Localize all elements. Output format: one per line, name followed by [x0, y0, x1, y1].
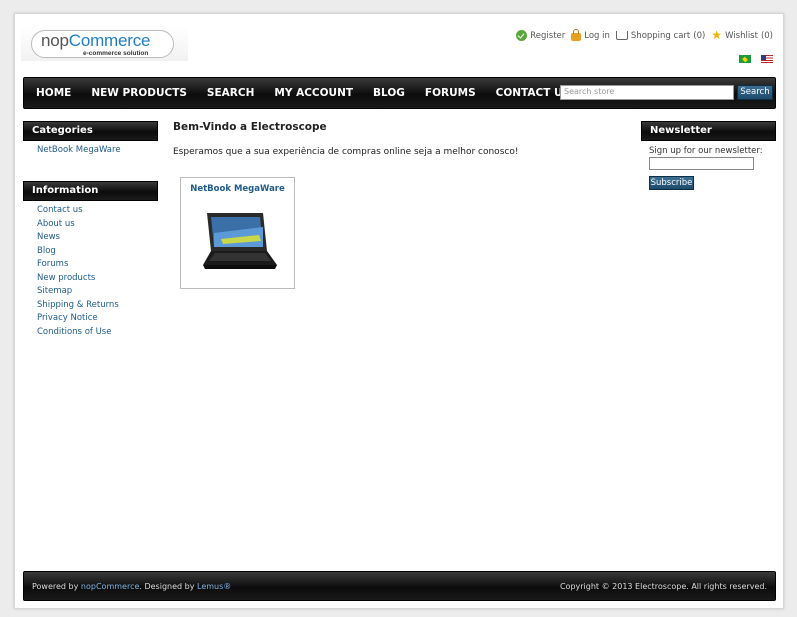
logo-tagline: e-commerce solution	[83, 50, 149, 57]
info-shipping-returns[interactable]: Shipping & Returns	[37, 299, 119, 313]
language-selector	[739, 55, 773, 63]
register-label: Register	[530, 30, 566, 41]
cart-label: Shopping cart	[630, 30, 691, 41]
welcome-text: Esperamos que a sua experiência de compr…	[173, 147, 519, 157]
main-nav: HOME NEW PRODUCTS SEARCH MY ACCOUNT BLOG…	[23, 77, 776, 109]
footer-credits: Powered by nopCommerce. Designed by Lemu…	[32, 582, 231, 591]
login-link[interactable]: Log in	[571, 29, 610, 41]
search-input[interactable]: Search store	[560, 85, 734, 100]
nav-my-account[interactable]: MY ACCOUNT	[266, 87, 361, 99]
information-list: Contact us About us News Blog Forums New…	[37, 204, 119, 339]
wishlist-label: Wishlist	[725, 30, 758, 41]
powered-by-text: Powered by	[32, 582, 81, 591]
star-icon: ★	[711, 28, 723, 42]
logo-text: nopCommerce	[41, 31, 150, 51]
footer: Powered by nopCommerce. Designed by Lemu…	[23, 571, 776, 601]
page-container: nopCommerce e-commerce solution Register…	[14, 13, 784, 609]
wishlist-link[interactable]: ★ Wishlist (0)	[711, 28, 773, 42]
info-new-products[interactable]: New products	[37, 272, 119, 286]
register-link[interactable]: Register	[516, 30, 565, 41]
information-title: Information	[23, 181, 158, 201]
info-contact-us[interactable]: Contact us	[37, 204, 119, 218]
info-conditions-of-use[interactable]: Conditions of Use	[37, 326, 119, 340]
categories-title: Categories	[23, 121, 158, 141]
logo-prefix: nop	[41, 31, 69, 50]
info-news[interactable]: News	[37, 231, 119, 245]
subscribe-button[interactable]: Subscribe	[649, 176, 694, 190]
login-label: Log in	[584, 30, 610, 41]
newsletter-email-input[interactable]	[649, 157, 754, 170]
lemus-link[interactable]: Lemus®	[197, 582, 231, 591]
category-netbook-megaware[interactable]: NetBook MegaWare	[37, 144, 121, 158]
store-logo[interactable]: nopCommerce e-commerce solution	[21, 25, 188, 61]
product-name[interactable]: NetBook MegaWare	[181, 184, 294, 194]
brazil-flag-icon[interactable]	[739, 55, 751, 63]
cart-icon	[615, 31, 628, 40]
copyright-text: Copyright © 2013 Electroscope. All right…	[559, 582, 767, 591]
newsletter-label: Sign up for our newsletter:	[649, 146, 763, 156]
nav-menu: HOME NEW PRODUCTS SEARCH MY ACCOUNT BLOG…	[28, 78, 582, 108]
info-about-us[interactable]: About us	[37, 218, 119, 232]
designed-by-text: . Designed by	[139, 582, 197, 591]
product-image[interactable]	[201, 211, 277, 275]
search-button[interactable]: Search	[737, 85, 773, 100]
info-forums[interactable]: Forums	[37, 258, 119, 272]
info-blog[interactable]: Blog	[37, 245, 119, 259]
nav-new-products[interactable]: NEW PRODUCTS	[83, 87, 195, 99]
check-icon	[516, 30, 528, 41]
nopcommerce-link[interactable]: nopCommerce	[81, 582, 139, 591]
nav-forums[interactable]: FORUMS	[417, 87, 484, 99]
lock-icon	[571, 29, 582, 41]
nav-blog[interactable]: BLOG	[365, 87, 413, 99]
nav-search[interactable]: SEARCH	[199, 87, 262, 99]
product-card[interactable]: NetBook MegaWare	[180, 177, 295, 289]
nav-home[interactable]: HOME	[28, 87, 79, 99]
page-title: Bem-Vindo a Electroscope	[173, 121, 327, 133]
shopping-cart-link[interactable]: Shopping cart (0)	[615, 30, 706, 41]
header-links: Register Log in Shopping cart (0) ★ Wish…	[516, 28, 773, 42]
info-sitemap[interactable]: Sitemap	[37, 285, 119, 299]
newsletter-title: Newsletter	[641, 121, 776, 141]
us-flag-icon[interactable]	[761, 55, 773, 63]
categories-list: NetBook MegaWare	[37, 144, 121, 158]
info-privacy-notice[interactable]: Privacy Notice	[37, 312, 119, 326]
logo-brand: Commerce	[68, 31, 151, 50]
wishlist-count: (0)	[760, 30, 773, 41]
cart-count: (0)	[693, 30, 706, 41]
